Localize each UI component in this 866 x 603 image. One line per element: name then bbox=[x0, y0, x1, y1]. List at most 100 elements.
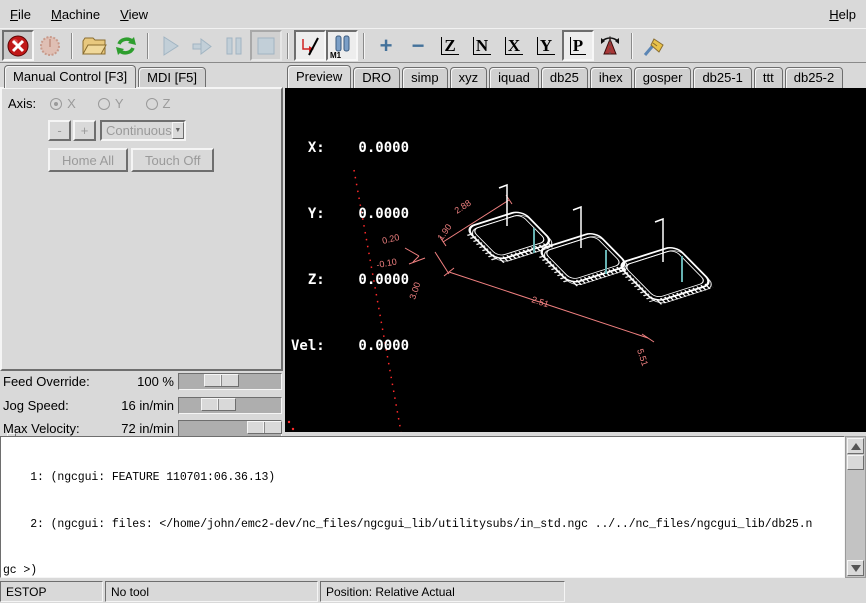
toolbar: M1 + − Z N X Y P bbox=[0, 28, 866, 63]
menu-file-label: ile bbox=[18, 7, 31, 22]
zoom-out-button[interactable]: − bbox=[402, 30, 434, 61]
perspective-view-icon: P bbox=[570, 37, 586, 55]
dro-x: X: 0.0000 bbox=[291, 137, 409, 159]
skip-lines-toggle[interactable] bbox=[294, 30, 326, 61]
menubar: File Machine View Help bbox=[0, 0, 866, 28]
feed-override-row: Feed Override: 100 % bbox=[0, 371, 284, 393]
tab-manual-control[interactable]: Manual Control [F3] bbox=[4, 65, 136, 88]
dro-y: Y: 0.0000 bbox=[291, 203, 409, 225]
jog-mode-value: Continuous bbox=[102, 123, 172, 138]
stop-button[interactable] bbox=[250, 30, 282, 61]
touch-off-button[interactable]: Touch Off bbox=[131, 148, 214, 172]
scroll-down-button[interactable] bbox=[847, 560, 864, 576]
tab-db25[interactable]: db25 bbox=[541, 67, 588, 88]
pause-icon bbox=[224, 35, 244, 57]
open-folder-icon bbox=[81, 34, 107, 58]
home-all-button[interactable]: Home All bbox=[48, 148, 128, 172]
dro-z: Z: 0.0000 bbox=[291, 269, 409, 291]
view-z2-button[interactable]: N bbox=[466, 30, 498, 61]
slider-handle[interactable] bbox=[201, 398, 236, 411]
tab-gosper[interactable]: gosper bbox=[634, 67, 692, 88]
clear-plot-button[interactable] bbox=[638, 30, 670, 61]
view-perspective-button[interactable]: P bbox=[562, 30, 594, 61]
skip-lines-icon bbox=[298, 34, 322, 58]
step-button[interactable] bbox=[186, 30, 218, 61]
menu-help-label: elp bbox=[839, 7, 856, 22]
estop-button[interactable] bbox=[2, 30, 34, 61]
feed-override-slider[interactable] bbox=[178, 373, 282, 390]
menu-help-accel: H bbox=[829, 7, 838, 22]
rotate-cone-icon bbox=[598, 34, 622, 58]
manual-control-frame: Axis: X Y Z - + Continuous ▼ Home All To… bbox=[0, 87, 283, 371]
x-view-icon: X bbox=[505, 37, 523, 55]
machine-power-button[interactable] bbox=[34, 30, 66, 61]
gcode-line: 1: (ngcgui: FEATURE 110701:06.36.13) bbox=[3, 470, 844, 486]
tab-ttt[interactable]: ttt bbox=[754, 67, 783, 88]
toolbar-separator bbox=[363, 33, 365, 59]
view-z-button[interactable]: Z bbox=[434, 30, 466, 61]
axis-y-label: Y bbox=[115, 96, 124, 111]
zoom-in-button[interactable]: + bbox=[370, 30, 402, 61]
jog-row: - + Continuous ▼ bbox=[48, 120, 186, 141]
triangle-down-icon bbox=[851, 565, 861, 572]
dro-vel: Vel: 0.0000 bbox=[291, 335, 409, 357]
home-row: Home All Touch Off bbox=[48, 148, 217, 172]
dim-1-90: 1.90 bbox=[435, 222, 453, 242]
pause-button[interactable] bbox=[218, 30, 250, 61]
axis-radio-x[interactable]: X bbox=[50, 96, 76, 111]
step-icon bbox=[190, 35, 214, 57]
tab-ihex[interactable]: ihex bbox=[590, 67, 632, 88]
zoom-in-icon: + bbox=[380, 36, 393, 56]
axis-radio-z[interactable]: Z bbox=[146, 96, 171, 111]
tab-dro[interactable]: DRO bbox=[353, 67, 400, 88]
stop-icon bbox=[256, 36, 276, 56]
jog-speed-slider[interactable] bbox=[178, 397, 282, 414]
menu-help[interactable]: Help bbox=[819, 2, 866, 27]
scroll-up-button[interactable] bbox=[847, 438, 864, 454]
jog-speed-row: Jog Speed: 16 in/min bbox=[0, 395, 284, 417]
menu-file[interactable]: File bbox=[0, 2, 41, 27]
toolbar-separator bbox=[147, 33, 149, 59]
tab-db25-1[interactable]: db25-1 bbox=[693, 67, 751, 88]
rotate-view-button[interactable] bbox=[594, 30, 626, 61]
status-tool: No tool bbox=[105, 581, 318, 602]
dim-2-51: 2.51 bbox=[530, 294, 550, 309]
slider-handle[interactable] bbox=[247, 421, 282, 434]
chevron-down-icon: ▼ bbox=[172, 122, 184, 139]
dimension-labels: 2.88 1.90 0.20 -0.10 3.00 2.51 5.51 bbox=[376, 198, 650, 368]
toolbar-separator bbox=[631, 33, 633, 59]
axis-radio-y[interactable]: Y bbox=[98, 96, 124, 111]
tab-xyz[interactable]: xyz bbox=[450, 67, 488, 88]
toolpath-shape-3 bbox=[616, 219, 716, 305]
jog-mode-dropdown[interactable]: Continuous ▼ bbox=[100, 120, 186, 141]
reload-button[interactable] bbox=[110, 30, 142, 61]
gcode-scrollbar[interactable] bbox=[845, 436, 866, 578]
slider-handle[interactable] bbox=[204, 374, 239, 387]
status-bar: ESTOP No tool Position: Relative Actual bbox=[0, 580, 866, 603]
z-rotated-view-icon: N bbox=[473, 37, 491, 55]
preview-canvas[interactable]: 2.88 1.90 0.20 -0.10 3.00 2.51 5.51 bbox=[285, 88, 866, 432]
gcode-listing[interactable]: 1: (ngcgui: FEATURE 110701:06.36.13) 2: … bbox=[0, 436, 845, 578]
power-icon bbox=[38, 34, 62, 58]
tab-preview[interactable]: Preview bbox=[287, 65, 351, 88]
tab-iquad[interactable]: iquad bbox=[489, 67, 539, 88]
optional-pause-toggle[interactable]: M1 bbox=[326, 30, 358, 61]
axis-row: Axis: X Y Z bbox=[8, 96, 192, 111]
open-file-button[interactable] bbox=[78, 30, 110, 61]
tab-mdi[interactable]: MDI [F5] bbox=[138, 67, 206, 88]
tab-simp[interactable]: simp bbox=[402, 67, 447, 88]
radio-icon bbox=[146, 98, 158, 110]
jog-plus-button[interactable]: + bbox=[73, 120, 96, 141]
run-button[interactable] bbox=[154, 30, 186, 61]
dro-readout: X: 0.0000 Y: 0.0000 Z: 0.0000 Vel: 0.000… bbox=[291, 93, 409, 401]
menu-view[interactable]: View bbox=[110, 2, 158, 27]
run-icon bbox=[159, 35, 181, 57]
tab-db25-2[interactable]: db25-2 bbox=[785, 67, 843, 88]
view-x-button[interactable]: X bbox=[498, 30, 530, 61]
jog-minus-button[interactable]: - bbox=[48, 120, 71, 141]
view-y-button[interactable]: Y bbox=[530, 30, 562, 61]
scrollbar-thumb[interactable] bbox=[847, 455, 864, 470]
max-velocity-slider[interactable] bbox=[178, 420, 282, 437]
reload-icon bbox=[114, 34, 138, 58]
menu-machine[interactable]: Machine bbox=[41, 2, 110, 27]
